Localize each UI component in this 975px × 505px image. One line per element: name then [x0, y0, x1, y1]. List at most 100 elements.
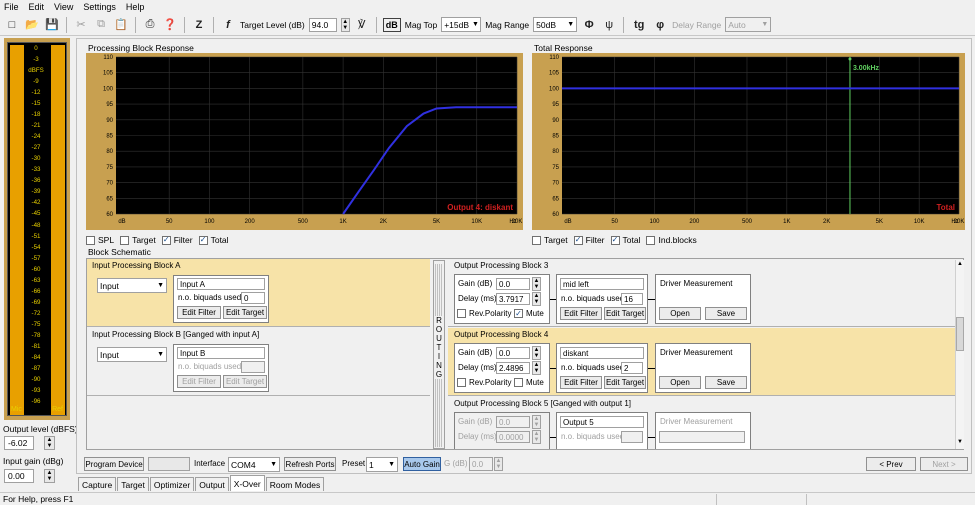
- group-delay-icon[interactable]: ψ: [601, 17, 617, 33]
- plot_right-checkbox-total[interactable]: ✓ Total: [610, 235, 640, 245]
- plot_left-checkbox-spl[interactable]: SPL: [86, 235, 114, 245]
- tuning-fork-icon[interactable]: ℣: [354, 17, 370, 33]
- program-device-button[interactable]: Program Device: [84, 457, 144, 471]
- input-a-name-field[interactable]: Input A: [177, 278, 265, 290]
- tab-x-over[interactable]: X-Over: [229, 475, 265, 491]
- tab-target[interactable]: Target: [117, 477, 149, 491]
- output-3-name-field[interactable]: mid left: [560, 278, 644, 290]
- output-3-delay-spinner[interactable]: ▲ ▼: [532, 292, 541, 306]
- input-b-edit-target-button[interactable]: Edit Target: [223, 375, 267, 388]
- phase-delay-icon[interactable]: φ: [652, 17, 668, 33]
- tab-capture[interactable]: Capture: [78, 477, 117, 491]
- input-gain-input[interactable]: 0.00: [4, 469, 34, 483]
- mag-range-select[interactable]: 50dB ▼: [533, 17, 578, 32]
- output-3-open-button[interactable]: Open: [659, 307, 701, 320]
- plot_right-checkbox-target[interactable]: Target: [532, 235, 568, 245]
- menu-view[interactable]: View: [54, 2, 73, 12]
- interface-select[interactable]: COM4 ▼: [228, 457, 280, 472]
- new-file-icon[interactable]: □: [4, 17, 20, 33]
- plot_left-checkbox-filter[interactable]: ✓ Filter: [161, 235, 193, 245]
- input-a-edit-filter-button[interactable]: Edit Filter: [177, 306, 221, 319]
- paste-icon[interactable]: 📋: [113, 17, 129, 33]
- output-3-gain-input[interactable]: 0.0: [496, 278, 530, 290]
- output-3-save-button[interactable]: Save: [705, 307, 747, 320]
- input-a-biquads-label: n.o. biquads used: [178, 293, 242, 302]
- output-4-rev-polarity-checkbox[interactable]: Rev.Polarity: [457, 378, 512, 387]
- refresh-ports-button[interactable]: Refresh Ports: [284, 457, 336, 471]
- help-pointer-icon[interactable]: ❓: [162, 17, 178, 33]
- input-gain-spinner[interactable]: ▲ ▼: [44, 469, 55, 483]
- menu-help[interactable]: Help: [126, 2, 145, 12]
- output-4-gain-spinner[interactable]: ▲ ▼: [532, 346, 541, 360]
- output-level-spinner[interactable]: ▲ ▼: [44, 436, 55, 450]
- phase-icon[interactable]: Φ: [581, 17, 597, 33]
- target-level-spinner[interactable]: ▲ ▼: [340, 17, 350, 32]
- output-4-edit-target-button[interactable]: Edit Target: [604, 376, 646, 389]
- output-5-gain-input[interactable]: 0.0: [496, 416, 530, 428]
- output-3-edit-target-button[interactable]: Edit Target: [604, 307, 646, 320]
- input-a-edit-target-button[interactable]: Edit Target: [223, 306, 267, 319]
- output-3-gain-spinner[interactable]: ▲ ▼: [532, 277, 541, 291]
- output-4-delay-spinner[interactable]: ▲ ▼: [532, 361, 541, 375]
- output-4-edit-filter-button[interactable]: Edit Filter: [560, 376, 602, 389]
- menu-edit[interactable]: Edit: [29, 2, 45, 12]
- open-folder-icon[interactable]: 📂: [24, 17, 40, 33]
- output-5-delay-input[interactable]: 0.0000: [496, 431, 530, 443]
- plot_left-checkbox-total[interactable]: ✓ Total: [198, 235, 229, 245]
- auto-gain-button[interactable]: Auto Gain: [403, 457, 441, 471]
- output-5-delay-spinner[interactable]: ▲ ▼: [532, 430, 541, 444]
- output-3-delay-input[interactable]: 3.7917: [496, 293, 530, 305]
- scrollbar-thumb[interactable]: [956, 317, 964, 351]
- output-4-save-button[interactable]: Save: [705, 376, 747, 389]
- y-tick-label: 100: [103, 86, 114, 92]
- menu-file[interactable]: File: [4, 2, 19, 12]
- copy-icon[interactable]: ⧉: [93, 17, 109, 33]
- save-icon[interactable]: 💾: [44, 17, 60, 33]
- print-icon[interactable]: ⎙: [142, 17, 158, 33]
- total-response-plot[interactable]: 110 105 100 95 90 85 80 75 70 65 60 dB 50 100 200 500 1K…: [532, 53, 965, 230]
- menu-settings[interactable]: Settings: [83, 2, 116, 12]
- plot_right-checkbox-indblocks[interactable]: Ind.blocks: [646, 235, 697, 245]
- scroll-down-icon[interactable]: ▼: [956, 439, 964, 445]
- preset-select[interactable]: 1 ▼: [366, 457, 398, 472]
- output-3-edit-filter-button[interactable]: Edit Filter: [560, 307, 602, 320]
- input-b-edit-filter-button[interactable]: Edit Filter: [177, 375, 221, 388]
- output-5-gain-spinner[interactable]: ▲ ▼: [532, 415, 541, 429]
- function-icon[interactable]: f: [220, 17, 236, 33]
- processing-block-response-plot[interactable]: 110 105 100 95 90 85 80 75 70 65 60 dB 50 100 200 500 1K…: [86, 53, 523, 230]
- db-toggle-button[interactable]: dB: [382, 17, 401, 32]
- plot_right-checkbox-filter[interactable]: ✓ Filter: [573, 235, 605, 245]
- g-db-spinner[interactable]: ▲ ▼: [494, 457, 503, 471]
- plot_left-checkbox-target[interactable]: Target: [120, 235, 156, 245]
- x-tick-label: 500: [742, 219, 753, 225]
- target-level-input[interactable]: 94.0: [308, 17, 337, 32]
- output-4-open-button[interactable]: Open: [659, 376, 701, 389]
- g-db-input[interactable]: 0.0: [469, 457, 493, 471]
- prev-button[interactable]: < Prev: [866, 457, 916, 471]
- output-5-name-field[interactable]: Output 5: [560, 416, 644, 428]
- output-3-mute-checkbox[interactable]: ✓ Mute: [514, 309, 544, 318]
- output-4-name-field[interactable]: diskant: [560, 347, 644, 359]
- next-button[interactable]: Next >: [920, 457, 968, 471]
- zoom-icon[interactable]: Z: [191, 17, 207, 33]
- marker-handle[interactable]: [848, 57, 852, 61]
- tab-room-modes[interactable]: Room Modes: [265, 477, 325, 491]
- tg-icon[interactable]: tg: [630, 17, 648, 33]
- output-4-mute-checkbox[interactable]: Mute: [514, 378, 544, 387]
- input-a-select[interactable]: Input ▼: [97, 278, 167, 293]
- schematic-scrollbar[interactable]: [955, 260, 964, 449]
- output-level-input[interactable]: -6.02: [4, 436, 34, 450]
- mag-top-select[interactable]: +15dB ▼: [441, 17, 482, 32]
- scroll-up-icon[interactable]: ▲: [956, 261, 964, 267]
- output-block-3: Output Processing Block 3 Gain (dB) 0.0 …: [448, 259, 955, 327]
- delay-range-select[interactable]: Auto ▼: [725, 17, 772, 32]
- tab-output[interactable]: Output: [195, 477, 229, 491]
- input-b-select[interactable]: Input ▼: [97, 347, 167, 362]
- y-tick-label: 80: [552, 149, 559, 155]
- output-4-gain-input[interactable]: 0.0: [496, 347, 530, 359]
- tab-optimizer[interactable]: Optimizer: [149, 477, 195, 491]
- output-3-rev-polarity-checkbox[interactable]: Rev.Polarity: [457, 309, 512, 318]
- input-b-name-field[interactable]: Input B: [177, 347, 265, 359]
- output-4-delay-input[interactable]: 2.4896: [496, 362, 530, 374]
- cut-icon[interactable]: ✂: [73, 17, 89, 33]
